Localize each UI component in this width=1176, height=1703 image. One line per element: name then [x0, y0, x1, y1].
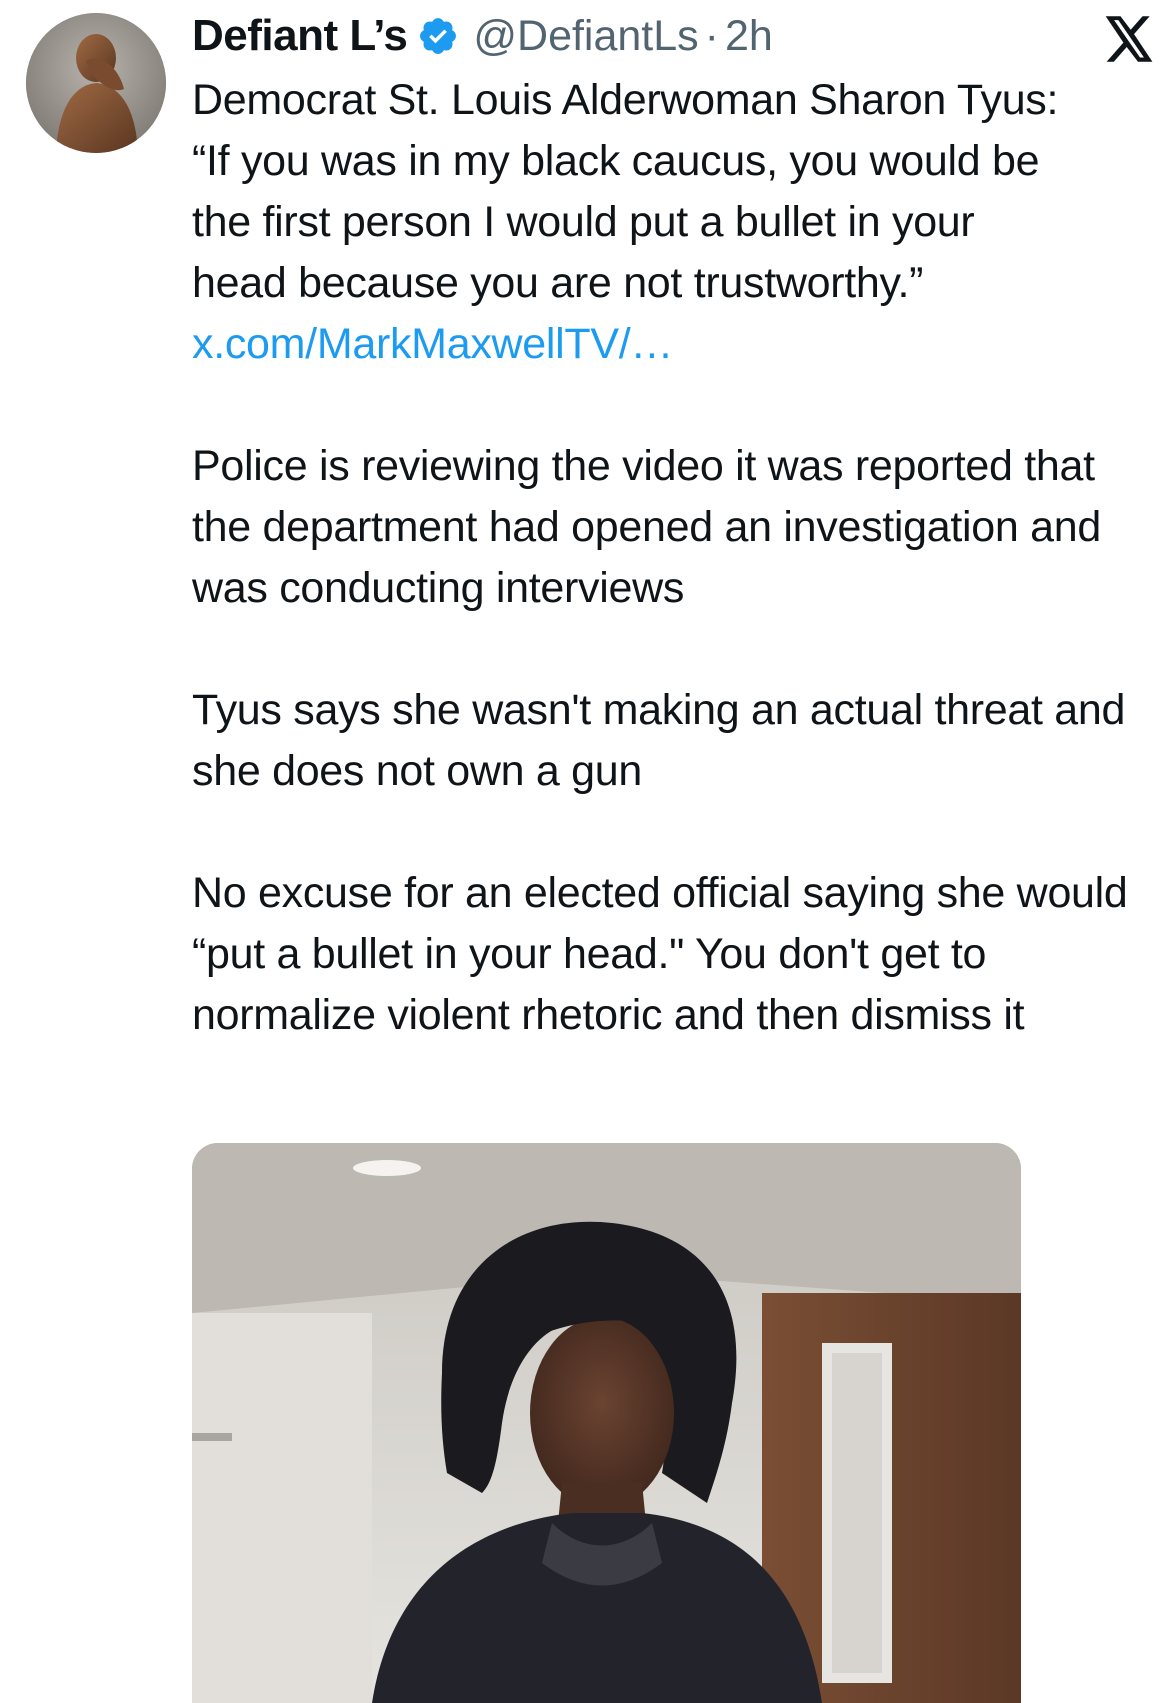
tweet-header: Defiant L’s @DefiantLs · 2h — [192, 8, 773, 64]
tweet-video-thumbnail[interactable] — [192, 1143, 1021, 1703]
tweet-text-line: head because you are not trustworthy.” — [192, 259, 924, 307]
author-handle[interactable]: @DefiantLs — [473, 12, 698, 61]
tweet-text-line: Democrat St. Louis Alderwoman Sharon Tyu… — [192, 76, 1059, 124]
tweet-text-line: the first person I would put a bullet in… — [192, 198, 975, 246]
x-logo-icon[interactable] — [1103, 14, 1155, 64]
author-avatar[interactable] — [26, 13, 166, 153]
tweet-timestamp[interactable]: 2h — [725, 12, 773, 61]
tweet-paragraph: No excuse for an elected official saying… — [192, 869, 1128, 1039]
tweet-paragraph: Police is reviewing the video it was rep… — [192, 442, 1102, 612]
author-name[interactable]: Defiant L’s — [192, 11, 408, 61]
video-frame-image — [192, 1143, 1021, 1703]
tweet-paragraph: Tyus says she wasn't making an actual th… — [192, 686, 1126, 795]
tweet-text: Democrat St. Louis Alderwoman Sharon Tyu… — [192, 70, 1162, 1046]
separator-dot: · — [704, 11, 719, 60]
tweet-link[interactable]: x.com/MarkMaxwellTV/… — [192, 320, 673, 368]
avatar-image — [26, 13, 166, 153]
tweet-text-line: “If you was in my black caucus, you woul… — [192, 137, 1040, 185]
verified-badge-icon — [417, 15, 459, 57]
